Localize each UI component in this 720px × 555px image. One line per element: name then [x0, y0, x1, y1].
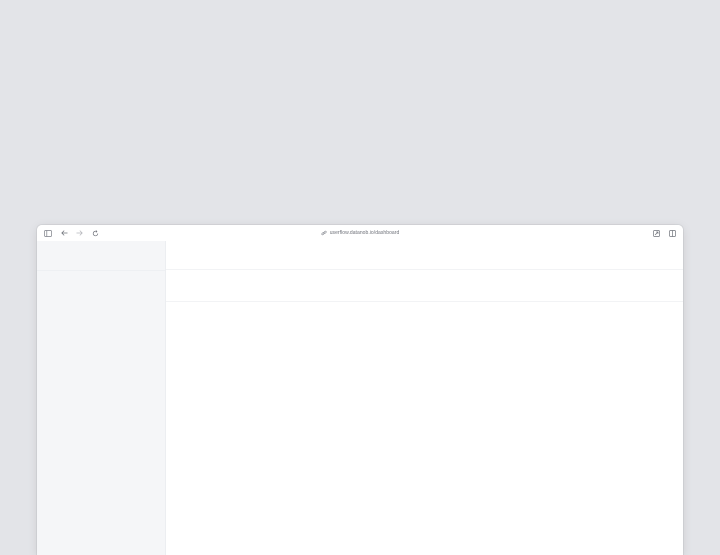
share-icon[interactable] — [652, 229, 660, 237]
url-text: userflow.datanob.io/dashboard — [329, 229, 400, 236]
sidebar-header — [37, 241, 165, 271]
app-sidebar — [37, 241, 166, 555]
browser-toolbar: userflow.datanob.io/dashboard — [37, 225, 683, 241]
split-view-icon[interactable] — [668, 229, 676, 237]
main-content — [166, 302, 683, 555]
main-subheader — [166, 270, 683, 302]
address-bar[interactable]: userflow.datanob.io/dashboard — [37, 225, 683, 241]
browser-window: userflow.datanob.io/dashboard — [37, 225, 683, 555]
main-header — [166, 241, 683, 270]
main-panel — [166, 241, 683, 555]
link-icon — [321, 230, 327, 236]
